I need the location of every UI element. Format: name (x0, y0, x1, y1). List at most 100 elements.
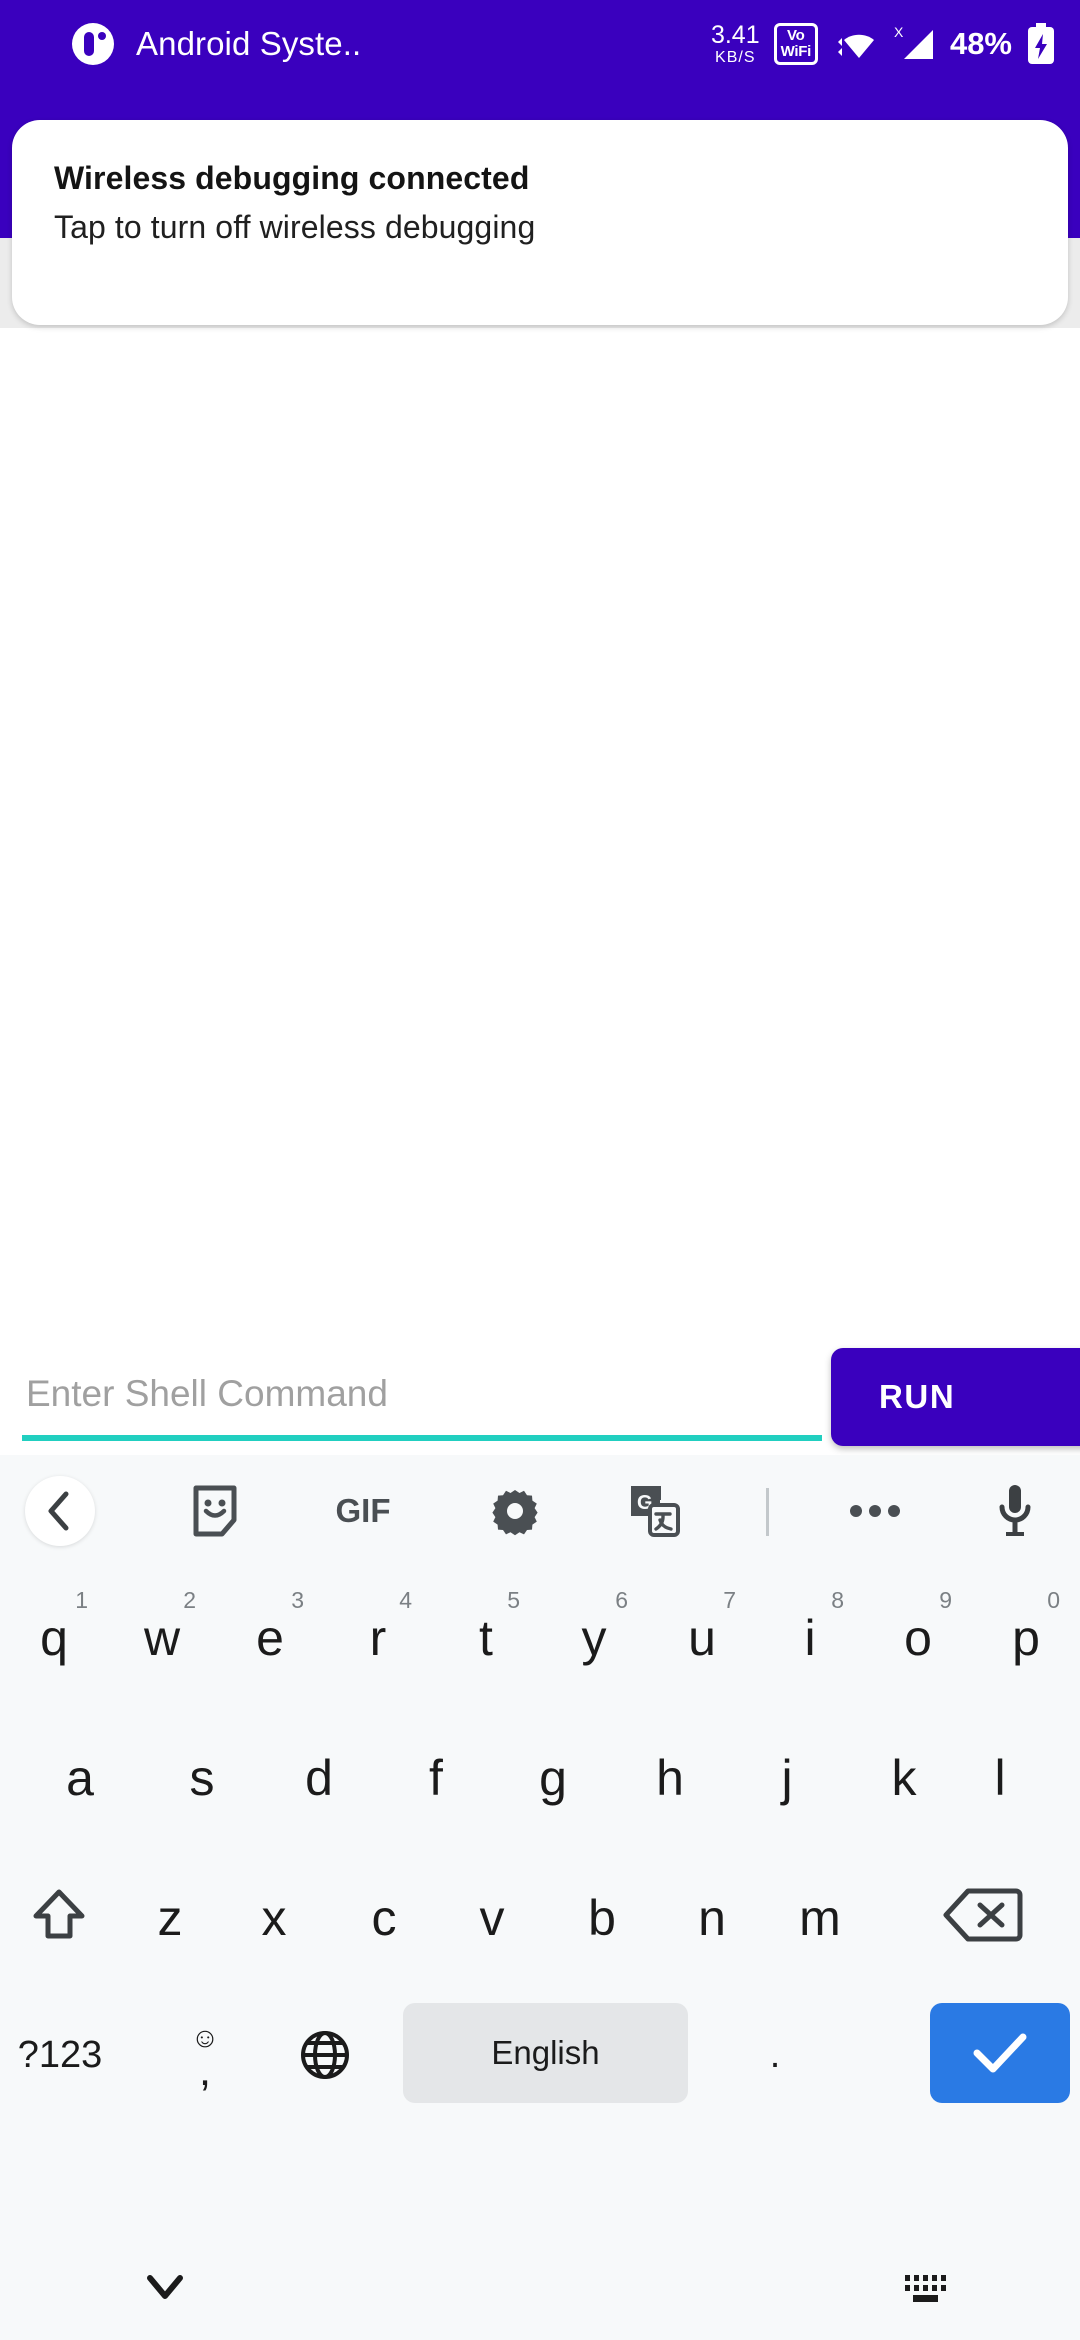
key-char: w (143, 1610, 181, 1666)
svg-text:X: X (894, 24, 904, 40)
key-number: 9 (939, 1587, 952, 1613)
android-system-icon (72, 23, 114, 65)
keyboard-row-4: ?123 ☺ , English . (0, 1985, 1080, 2125)
key-g[interactable]: g (497, 1705, 609, 1845)
shell-command-input[interactable] (22, 1345, 822, 1443)
shell-command-row: RUN (0, 1345, 1080, 1455)
notification-subtitle: Tap to turn off wireless debugging (54, 209, 536, 245)
sticker-icon[interactable] (180, 1476, 250, 1546)
key-char: u (688, 1610, 716, 1666)
toolbar-divider (766, 1488, 769, 1536)
back-icon[interactable] (25, 1476, 95, 1546)
key-s[interactable]: s (146, 1705, 258, 1845)
key-char: c (371, 1890, 397, 1946)
app-content-area (0, 238, 1080, 1455)
key-e[interactable]: 3e (216, 1565, 324, 1705)
gif-label: GIF (335, 1492, 391, 1529)
key-c[interactable]: c (332, 1845, 436, 1985)
microphone-icon[interactable] (980, 1476, 1050, 1546)
soft-keyboard: GIF G 1 q 2 w 3 e 4 r 5 t 6 y 7 u 8 i 9 … (0, 1455, 1080, 2340)
key-b[interactable]: b (550, 1845, 654, 1985)
key-char: y (581, 1610, 607, 1666)
network-speed-value: 3.41 (710, 20, 760, 49)
keyboard-toolbar: GIF G (0, 1455, 1080, 1565)
key-x[interactable]: x (222, 1845, 326, 1985)
period-key[interactable]: . (720, 1985, 830, 2125)
battery-percentage: 48% (949, 26, 1012, 61)
key-o[interactable]: 9o (864, 1565, 972, 1705)
keyboard-rows: 1q 2w 3e 4r 5t 6y 7u 8i 9o 0p a s d f g … (0, 1565, 1080, 2125)
keyboard-row-1: 1q 2w 3e 4r 5t 6y 7u 8i 9o 0p (0, 1565, 1080, 1705)
key-char: m (799, 1890, 841, 1946)
key-h[interactable]: h (614, 1705, 726, 1845)
gear-icon[interactable] (480, 1476, 550, 1546)
key-char: x (261, 1890, 287, 1946)
backspace-icon[interactable] (918, 1845, 1048, 1985)
key-char: e (256, 1610, 284, 1666)
comma-emoji-key[interactable]: ☺ , (150, 1985, 260, 2125)
keyboard-row-2: a s d f g h j k l (0, 1705, 1080, 1845)
key-j[interactable]: j (731, 1705, 843, 1845)
key-m[interactable]: m (768, 1845, 872, 1985)
cellular-signal-no-sim-icon: X (892, 24, 936, 64)
key-u[interactable]: 7u (648, 1565, 756, 1705)
key-q[interactable]: 1q (0, 1565, 108, 1705)
status-bar-right: 3.41 KB/S Vo WiFi X 48% (710, 20, 1080, 66)
key-v[interactable]: v (440, 1845, 544, 1985)
run-button[interactable]: RUN (831, 1348, 1080, 1446)
comma-label: , (198, 2045, 212, 2095)
key-char: b (588, 1890, 616, 1946)
key-i[interactable]: 8i (756, 1565, 864, 1705)
key-char: s (189, 1750, 215, 1806)
key-char: g (539, 1750, 567, 1806)
translate-icon[interactable]: G (620, 1476, 690, 1546)
gif-icon[interactable]: GIF (318, 1476, 408, 1546)
keyboard-icon[interactable] (890, 2252, 960, 2322)
key-z[interactable]: z (118, 1845, 222, 1985)
key-t[interactable]: 5t (432, 1565, 540, 1705)
key-char: d (305, 1750, 333, 1806)
key-char: p (1012, 1610, 1040, 1666)
key-y[interactable]: 6y (540, 1565, 648, 1705)
status-bar-left: Android Syste.. (0, 23, 711, 65)
key-p[interactable]: 0p (972, 1565, 1080, 1705)
battery-charging-icon (1026, 23, 1056, 65)
key-n[interactable]: n (660, 1845, 764, 1985)
key-char: v (479, 1890, 505, 1946)
shell-command-underline (22, 1435, 822, 1441)
key-f[interactable]: f (380, 1705, 492, 1845)
key-char: t (479, 1610, 493, 1666)
key-char: o (904, 1610, 932, 1666)
key-char: a (66, 1750, 94, 1806)
key-char: r (369, 1610, 387, 1666)
key-number: 7 (723, 1587, 736, 1613)
key-d[interactable]: d (263, 1705, 375, 1845)
chevron-down-icon[interactable] (130, 2252, 200, 2322)
key-char: q (40, 1610, 68, 1666)
key-w[interactable]: 2w (108, 1565, 216, 1705)
key-l[interactable]: l (944, 1705, 1056, 1845)
volte-wifi-icon: Vo WiFi (773, 23, 818, 65)
globe-language-icon[interactable] (270, 1985, 380, 2125)
key-char: f (429, 1750, 443, 1806)
network-speed-indicator: 3.41 KB/S (710, 20, 760, 66)
shell-command-field-wrapper (22, 1345, 822, 1449)
key-number: 2 (183, 1587, 196, 1613)
key-char: l (994, 1750, 1006, 1806)
symbols-key[interactable]: ?123 (0, 1985, 120, 2125)
more-options-icon[interactable] (840, 1476, 910, 1546)
volte-line2: WiFi (780, 42, 812, 60)
shift-icon[interactable] (0, 1845, 118, 1985)
network-speed-unit: KB/S (715, 48, 756, 66)
key-number: 8 (831, 1587, 844, 1613)
key-a[interactable]: a (24, 1705, 136, 1845)
volte-line1: Vo (787, 27, 805, 45)
key-char: i (804, 1610, 816, 1666)
key-number: 1 (75, 1587, 88, 1613)
notification-card[interactable]: Wireless debugging connected Tap to turn… (12, 120, 1068, 325)
enter-checkmark-icon[interactable] (930, 2003, 1070, 2103)
key-number: 4 (399, 1587, 412, 1613)
key-number: 5 (507, 1587, 520, 1613)
space-key[interactable]: English (403, 2003, 688, 2103)
key-r[interactable]: 4r (324, 1565, 432, 1705)
